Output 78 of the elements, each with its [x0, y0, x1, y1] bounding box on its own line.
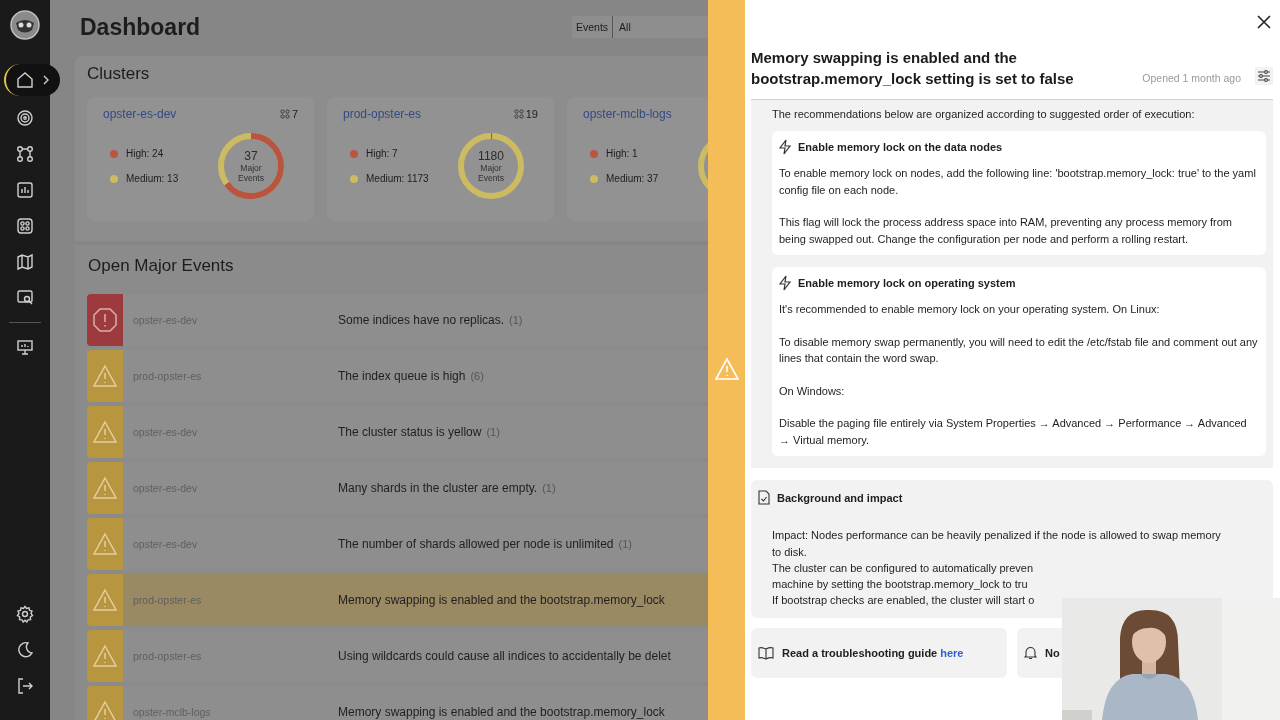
donut-label: Major Events [237, 163, 265, 183]
cluster-name: prod-opster-es [133, 594, 203, 606]
events-filter-dropdown[interactable]: All [613, 21, 708, 33]
page-title: Dashboard [80, 13, 201, 41]
intro-text: The recommendations below are organized according to suggested order of execution: [772, 107, 1196, 122]
guide-link[interactable]: here [940, 647, 964, 659]
severity-badge [87, 294, 123, 346]
legend-label: High: 1 [606, 148, 638, 159]
section-title: Open Major Events [88, 256, 235, 276]
event-message: Memory swapping is enabled and the bootstrap.memory_lock [338, 593, 665, 607]
sidebar-nav-item[interactable] [4, 64, 60, 96]
event-message: The number of shards allowed per node is unlimited [338, 537, 614, 551]
impact-text: If bootstrap checks are enabled, the cluster will start o [772, 593, 1036, 608]
settings-sliders-button[interactable] [1255, 67, 1273, 85]
recommendation-title: Enable memory lock on operating system [798, 277, 1016, 289]
opened-time: Opened 1 month ago [1142, 72, 1241, 84]
lightning-icon [779, 139, 791, 155]
severity-badge [87, 350, 123, 402]
filter-label: Events [572, 16, 614, 38]
event-message: The cluster status is yellow [338, 425, 482, 439]
event-message: Using wildcards could cause all indices to accidentally be delet [338, 649, 671, 663]
home-icon [16, 71, 34, 89]
legend-label: Medium: 13 [126, 173, 179, 184]
background-title: Background and impact [777, 491, 903, 504]
grid-icon [16, 217, 34, 235]
node-count: 7 [291, 108, 298, 120]
nodes-icon [513, 109, 524, 119]
chart-icon [16, 181, 34, 199]
severity-badge [87, 574, 123, 626]
section-title: Clusters [87, 64, 151, 84]
legend-label: Medium: 37 [606, 173, 659, 184]
recommendation-text: On Windows: [779, 383, 846, 399]
target-icon [16, 109, 34, 127]
recommendation-text: Disable the paging file entirely via System Properties → Advanced → Performance → Advanced → Virtual memory. [779, 416, 1248, 448]
node-count: 19 [525, 108, 538, 120]
event-message: Some indices have no replicas. [338, 313, 505, 327]
map-icon [16, 253, 34, 271]
chevron-icon [42, 75, 50, 85]
donut-total: 37 [244, 149, 258, 163]
book-icon [758, 646, 774, 660]
legend-label: High: 7 [366, 148, 398, 159]
event-count: (1) [618, 538, 632, 550]
recommendation-text: This flag will lock the process address space into RAM, preventing any process memory from being swapped out. Change the configuration per node and perform a rolling restart. [779, 215, 1233, 247]
nodes-icon [279, 109, 290, 119]
link-card-text: Read a troubleshooting guide here [782, 647, 964, 659]
impact-text: machine by setting the bootstrap.memory_lock to tru [772, 577, 1029, 592]
owl-logo-icon [10, 10, 40, 40]
recommendation-text: To disable memory swap permanently, you will need to edit the /etc/fstab file and comment out any lines that contain the word swap. [779, 334, 1259, 366]
presentation-icon [16, 338, 34, 356]
legend-label: Medium: 1173 [366, 173, 429, 184]
event-message: Many shards in the cluster are empty. [338, 481, 538, 495]
donut-total: 1180 [478, 149, 504, 163]
legend-label: High: 24 [126, 148, 164, 159]
event-message: The index queue is high [338, 369, 466, 383]
event-title: Memory swapping is enabled and the bootstrap.memory_lock setting is set to false [751, 48, 1075, 89]
close-button[interactable] [1257, 15, 1271, 29]
impact-text: Impact: Nodes performance can be heavily penalized if the node is allowed to swap memory to disk. [772, 528, 1222, 560]
cluster-link[interactable]: prod-opster-es [343, 107, 422, 121]
recommendation-title: Enable memory lock on the data nodes [798, 141, 1003, 153]
event-message: Memory swapping is enabled and the bootstrap.memory_lock [338, 705, 665, 719]
cluster-link[interactable]: opster-es-dev [103, 107, 177, 121]
document-check-icon [758, 490, 770, 505]
donut-label: Major Events [477, 163, 505, 183]
severity-badge [87, 630, 123, 682]
severity-badge [87, 406, 123, 458]
nodes-icon [16, 145, 34, 163]
impact-text: The cluster can be configured to automatically preven [772, 561, 1035, 576]
link-card-text: No [1045, 647, 1060, 659]
monitor-search-icon [16, 289, 34, 307]
warning-icon [713, 357, 740, 381]
recommendation-text: To enable memory lock on nodes, add the following line: 'bootstrap.memory_lock: true' to the yaml config file on each node. [779, 166, 1257, 198]
cluster-link[interactable]: opster-mclb-logs [583, 107, 672, 121]
severity-badge [87, 518, 123, 570]
event-row[interactable]: prod-opster-es Memory swapping is enabled and the bootstrap.memory_lock [87, 574, 708, 626]
recommendation-text: It's recommended to enable memory lock on your operating system. On Linux: [779, 302, 1161, 317]
lightning-icon [779, 275, 791, 291]
bell-icon [1024, 646, 1037, 660]
severity-badge [87, 462, 123, 514]
